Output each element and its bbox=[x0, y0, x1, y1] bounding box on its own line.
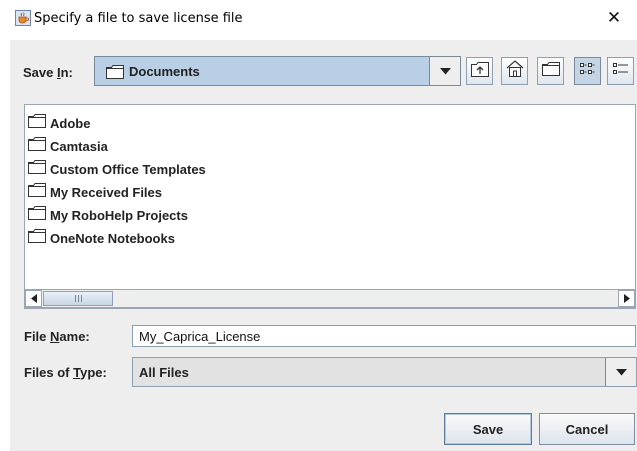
up-one-level-button[interactable] bbox=[466, 57, 493, 85]
save-in-dropdown-button[interactable] bbox=[429, 57, 460, 85]
scroll-right-button[interactable] bbox=[618, 290, 635, 307]
list-item[interactable]: My Received Files bbox=[25, 182, 162, 202]
save-in-value: Documents bbox=[129, 64, 200, 79]
scroll-thumb[interactable] bbox=[43, 291, 113, 306]
file-type-dropdown-button[interactable] bbox=[605, 358, 636, 386]
folder-icon bbox=[25, 228, 46, 248]
folder-icon bbox=[25, 136, 46, 156]
save-in-label: Save In: bbox=[23, 65, 73, 80]
close-button[interactable]: ✕ bbox=[591, 0, 637, 36]
list-item[interactable]: Camtasia bbox=[25, 136, 108, 156]
list-item[interactable]: OneNote Notebooks bbox=[25, 228, 175, 248]
folder-icon bbox=[25, 205, 46, 225]
list-item[interactable]: My RoboHelp Projects bbox=[25, 205, 188, 225]
file-name: Camtasia bbox=[50, 138, 108, 154]
file-type-value: All Files bbox=[139, 365, 189, 380]
folder-icon bbox=[25, 159, 46, 179]
list-view-button[interactable] bbox=[574, 57, 601, 85]
new-folder-button[interactable] bbox=[537, 57, 564, 85]
arrow-right-icon bbox=[623, 290, 630, 308]
close-icon: ✕ bbox=[606, 8, 622, 28]
file-name: Custom Office Templates bbox=[50, 161, 206, 177]
up-one-level-icon bbox=[470, 61, 489, 82]
save-button[interactable]: Save bbox=[444, 413, 532, 445]
file-name: OneNote Notebooks bbox=[50, 230, 175, 246]
title-bar: Specify a file to save license file ✕ bbox=[0, 0, 637, 36]
cancel-button[interactable]: Cancel bbox=[539, 413, 635, 445]
folder-icon bbox=[25, 182, 46, 202]
scroll-left-button[interactable] bbox=[25, 290, 42, 307]
chevron-down-icon bbox=[439, 62, 451, 80]
list-item[interactable]: Adobe bbox=[25, 113, 90, 133]
horizontal-scrollbar[interactable] bbox=[24, 289, 636, 308]
java-cup-icon bbox=[15, 10, 31, 26]
list-view-icon bbox=[579, 62, 596, 81]
details-view-icon bbox=[612, 62, 629, 81]
file-name-label: File Name: bbox=[24, 329, 90, 344]
new-folder-icon bbox=[541, 61, 560, 81]
window-title: Specify a file to save license file bbox=[34, 11, 243, 26]
file-name: My RoboHelp Projects bbox=[50, 207, 188, 223]
list-item[interactable]: Custom Office Templates bbox=[25, 159, 206, 179]
file-name: My Received Files bbox=[50, 184, 162, 200]
file-name: Adobe bbox=[50, 115, 91, 131]
details-view-button[interactable] bbox=[607, 57, 634, 85]
file-type-combo[interactable]: All Files bbox=[132, 357, 637, 387]
file-name-input[interactable] bbox=[132, 325, 636, 347]
folder-icon bbox=[25, 113, 46, 133]
folder-icon bbox=[106, 65, 124, 84]
file-list[interactable]: Adobe Camtasia Custom Office Templates My R… bbox=[24, 104, 636, 309]
arrow-left-icon bbox=[30, 290, 37, 308]
save-in-combo[interactable]: Documents bbox=[94, 56, 461, 86]
home-button[interactable] bbox=[501, 57, 528, 85]
home-icon bbox=[506, 60, 524, 82]
chevron-down-icon bbox=[615, 363, 627, 381]
file-type-label: Files of Type: bbox=[24, 365, 107, 380]
dialog-body: Save In: Documents Adobe Camtasia Custom… bbox=[10, 40, 637, 451]
